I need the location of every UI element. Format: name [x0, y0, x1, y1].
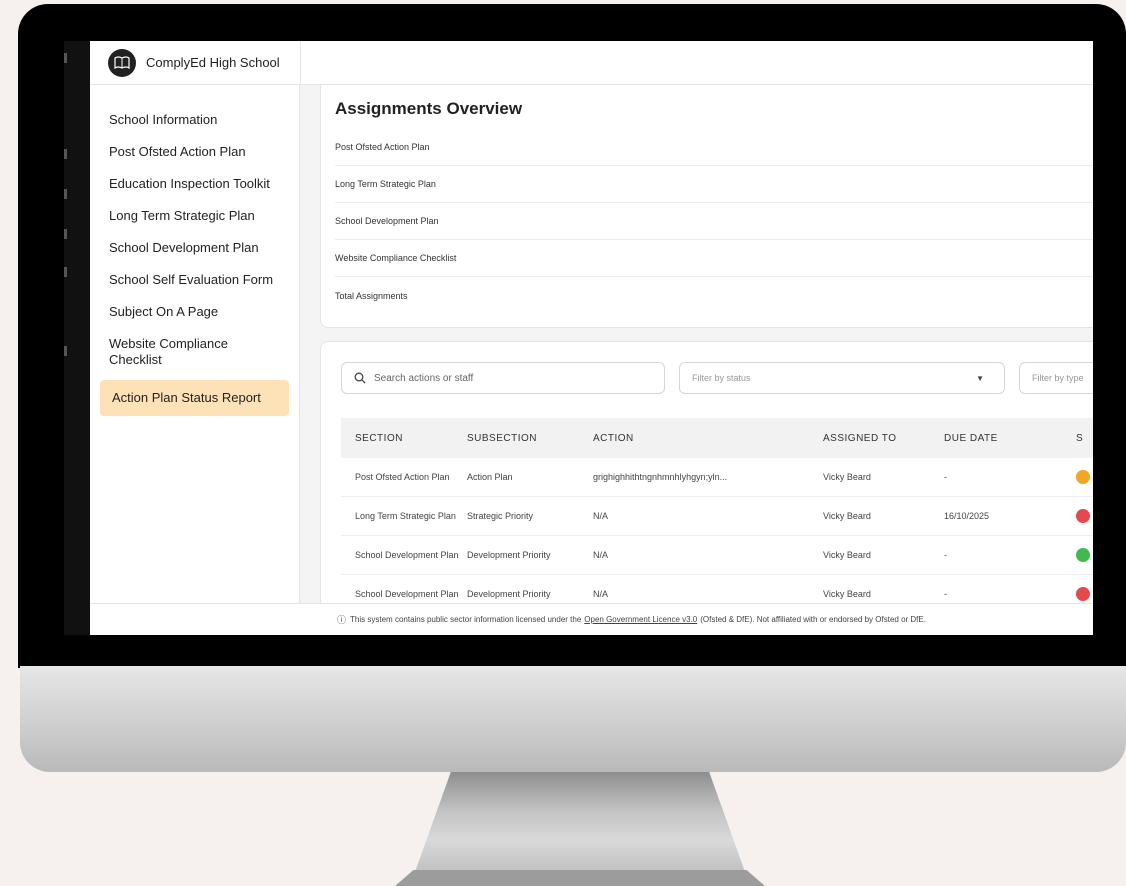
column-header-subsection[interactable]: SUBSECTION	[467, 433, 593, 444]
column-header-action[interactable]: ACTION	[593, 433, 823, 444]
cell-section: Post Ofsted Action Plan	[355, 471, 450, 482]
sidebar-item-subject-on-a-page[interactable]: Subject On A Page	[100, 296, 289, 328]
school-name: ComplyEd High School	[146, 55, 280, 70]
rail-tick	[64, 346, 67, 356]
rail-tick	[64, 189, 67, 199]
licence-link[interactable]: Open Government Licence v3.0	[584, 615, 697, 624]
cell-subsection: Development Priority	[467, 550, 551, 560]
sidebar-item-school-development-plan[interactable]: School Development Plan	[100, 232, 289, 264]
chevron-down-icon: ▼	[976, 374, 984, 383]
cell-assigned-to: Vicky Beard	[823, 550, 871, 560]
overview-row: Long Term Strategic Plan	[335, 166, 1093, 203]
cell-subsection: Development Priority	[467, 589, 551, 599]
sidebar: School Information Post Ofsted Action Pl…	[90, 85, 300, 603]
type-filter-placeholder: Filter by type	[1032, 373, 1084, 383]
overview-row: Total Assignments	[335, 277, 1093, 314]
cell-action: N/A	[593, 550, 609, 560]
monitor-stand-base	[395, 870, 765, 886]
table-row[interactable]: Post Ofsted Action Plan Action Plan grig…	[341, 458, 1093, 497]
column-header-section[interactable]: SECTION	[341, 432, 467, 445]
sidebar-item-website-compliance-checklist[interactable]: Website Compliance Checklist	[100, 328, 250, 376]
column-header-assigned-to[interactable]: ASSIGNED TO	[823, 433, 944, 444]
search-icon	[354, 372, 366, 384]
sidebar-item-long-term-strategic-plan[interactable]: Long Term Strategic Plan	[100, 200, 289, 232]
overview-row: School Development Plan	[335, 203, 1093, 240]
column-header-due-date[interactable]: DUE DATE	[944, 433, 1076, 444]
sidebar-item-school-self-evaluation-form[interactable]: School Self Evaluation Form	[100, 264, 289, 296]
top-bar: ComplyEd High School	[90, 41, 1093, 85]
actions-table-card: Search actions or staff Filter by status…	[320, 341, 1093, 635]
cell-subsection: Strategic Priority	[467, 511, 534, 521]
monitor-stand	[410, 772, 750, 886]
divider	[300, 41, 301, 85]
cell-action: N/A	[593, 589, 609, 599]
cell-action: grighighhithtngnhmnhlyhgyn;yln...	[593, 472, 728, 482]
rail-tick	[64, 267, 67, 277]
footer-text-after: (Ofsted & DfE). Not affiliated with or e…	[700, 615, 926, 624]
overview-row-label: Long Term Strategic Plan	[335, 179, 436, 189]
status-filter-select[interactable]: Filter by status ▼	[679, 362, 1005, 394]
column-header-status[interactable]: S	[1076, 433, 1093, 444]
overview-row-label: Website Compliance Checklist	[335, 253, 457, 263]
sidebar-item-action-plan-status-report[interactable]: Action Plan Status Report	[100, 380, 289, 416]
status-dot	[1076, 587, 1090, 601]
cell-section: School Development Plan	[355, 588, 459, 599]
actions-table: SECTION SUBSECTION ACTION ASSIGNED TO DU…	[341, 418, 1093, 614]
status-dot	[1076, 509, 1090, 523]
rail-tick	[64, 53, 67, 63]
overview-row: Post Ofsted Action Plan	[335, 129, 1093, 166]
overview-title: Assignments Overview	[335, 99, 523, 118]
status-dot	[1076, 470, 1090, 484]
book-icon	[114, 55, 130, 69]
table-header: SECTION SUBSECTION ACTION ASSIGNED TO DU…	[341, 418, 1093, 458]
monitor-chin	[20, 666, 1126, 772]
cell-section: School Development Plan	[355, 549, 459, 560]
cell-due-date: -	[944, 550, 947, 560]
overview-row: Website Compliance Checklist	[335, 240, 1093, 277]
cell-due-date: -	[944, 589, 947, 599]
cell-action: N/A	[593, 511, 609, 521]
type-filter-select[interactable]: Filter by type	[1019, 362, 1093, 394]
status-dot	[1076, 548, 1090, 562]
rail-tick	[64, 149, 67, 159]
table-row[interactable]: Long Term Strategic Plan Strategic Prior…	[341, 497, 1093, 536]
cell-assigned-to: Vicky Beard	[823, 472, 871, 482]
cell-section: Long Term Strategic Plan	[355, 510, 456, 521]
info-icon: ⓘ	[337, 615, 347, 625]
footer-text: This system contains public sector infor…	[350, 615, 582, 624]
overview-row-label: School Development Plan	[335, 216, 439, 226]
sidebar-item-education-inspection-toolkit[interactable]: Education Inspection Toolkit	[100, 168, 289, 200]
overview-row-label: Total Assignments	[335, 290, 408, 301]
status-filter-placeholder: Filter by status	[692, 373, 751, 383]
search-placeholder: Search actions or staff	[374, 372, 474, 384]
cell-subsection: Action Plan	[467, 472, 513, 482]
overview-row-label: Post Ofsted Action Plan	[335, 142, 430, 152]
assignments-overview-card: Assignments Overview Post Ofsted Action …	[320, 85, 1093, 328]
cell-assigned-to: Vicky Beard	[823, 589, 871, 599]
cell-due-date: -	[944, 472, 947, 482]
cell-due-date: 16/10/2025	[944, 511, 990, 521]
school-logo[interactable]	[108, 48, 136, 77]
sidebar-item-school-information[interactable]: School Information	[100, 104, 289, 136]
left-rail	[64, 41, 90, 635]
table-row[interactable]: School Development Plan Development Prio…	[341, 536, 1093, 575]
sidebar-item-post-ofsted-action-plan[interactable]: Post Ofsted Action Plan	[100, 136, 289, 168]
main-content: Assignments Overview Post Ofsted Action …	[300, 85, 1093, 635]
screen: ComplyEd High School School Information …	[64, 41, 1093, 635]
footer: ⓘ This system contains public sector inf…	[90, 603, 1093, 635]
cell-assigned-to: Vicky Beard	[823, 511, 871, 521]
rail-tick	[64, 229, 67, 239]
search-input[interactable]: Search actions or staff	[341, 362, 665, 394]
